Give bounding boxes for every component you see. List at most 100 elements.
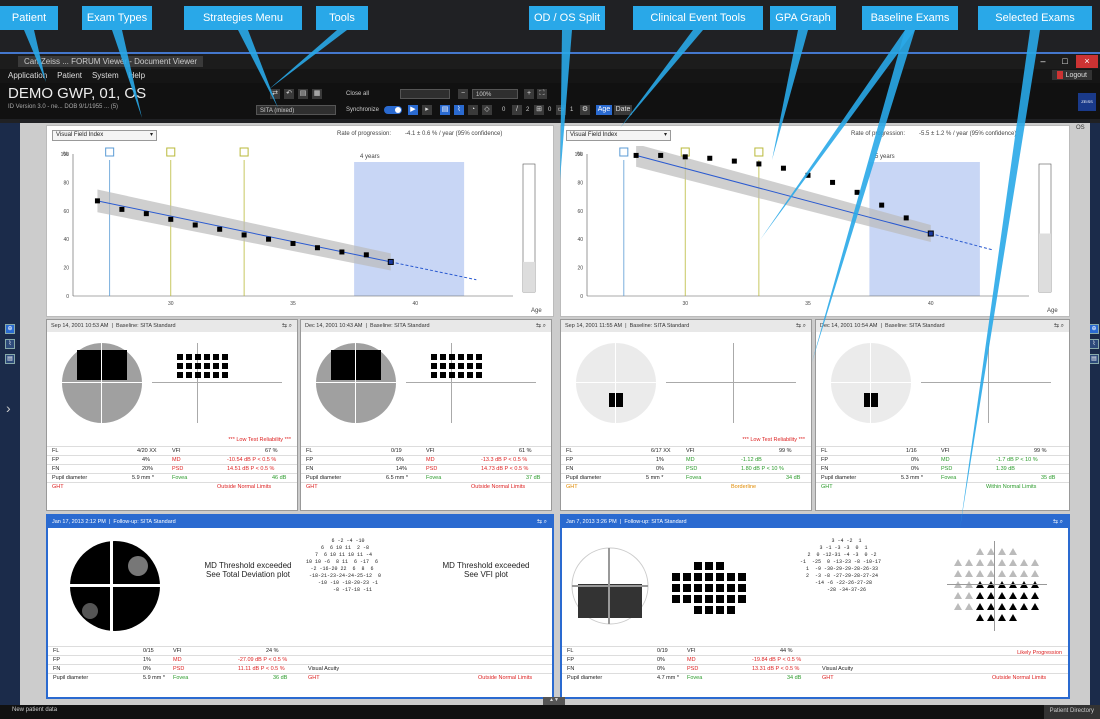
- psd-value: 11.11 dB P < 0.5 %: [238, 666, 285, 672]
- data-point[interactable]: [314, 245, 320, 251]
- graph-view-icon[interactable]: ⌇: [454, 105, 464, 115]
- clinical-event-flag-icon[interactable]: [105, 147, 115, 157]
- next-icon[interactable]: ▸: [422, 105, 432, 115]
- os-followup-type: Follow-up: SITA Standard: [624, 519, 687, 525]
- play-icon[interactable]: ▶: [408, 105, 418, 115]
- fovea-label: Fovea: [426, 475, 442, 481]
- od-followup-exam[interactable]: Jan 17, 2013 2:12 PM | Follow-up: SITA S…: [46, 514, 554, 699]
- patient-directory-button[interactable]: Patient Directory: [1043, 705, 1100, 719]
- psd-label: PSD: [172, 466, 184, 472]
- compare-icon[interactable]: ⇆ ⌕: [537, 518, 547, 526]
- data-point[interactable]: [756, 161, 762, 167]
- new-patient-data-text[interactable]: New patient data: [12, 707, 57, 713]
- od-index-dropdown[interactable]: Visual Field Index: [52, 130, 157, 141]
- data-point[interactable]: [168, 216, 174, 222]
- data-point[interactable]: [241, 232, 247, 238]
- data-point[interactable]: [633, 152, 639, 158]
- callout-baseline: Baseline Exams: [862, 6, 958, 30]
- expand-arrow-icon[interactable]: ›: [6, 400, 11, 416]
- data-point[interactable]: [658, 152, 664, 158]
- menu-help[interactable]: Help: [129, 71, 145, 80]
- close-window-button[interactable]: ×: [1076, 55, 1098, 68]
- zoom-in-icon[interactable]: +: [524, 89, 534, 99]
- fovea-label: Fovea: [941, 475, 957, 481]
- age-button[interactable]: Age: [596, 105, 612, 115]
- undo-icon[interactable]: ↶: [284, 89, 294, 99]
- data-point[interactable]: [780, 165, 786, 171]
- data-point[interactable]: [119, 206, 125, 212]
- fn-label: FN: [52, 466, 60, 472]
- menu-system[interactable]: System: [92, 71, 119, 80]
- od-baseline-exam-2[interactable]: Dec 14, 2001 10:43 AM | Baseline: SITA S…: [300, 319, 552, 511]
- data-point[interactable]: [879, 202, 885, 208]
- event-icon-4[interactable]: ▭: [556, 105, 566, 115]
- synchronize-toggle[interactable]: [384, 106, 402, 114]
- data-point[interactable]: [903, 215, 909, 221]
- fullscreen-icon[interactable]: ⛶: [537, 89, 547, 99]
- maximize-button[interactable]: □: [1054, 55, 1076, 68]
- logout-button[interactable]: Logout: [1051, 70, 1092, 80]
- data-point[interactable]: [266, 236, 272, 242]
- compare-icon[interactable]: ⇆ ⌕: [796, 322, 806, 330]
- data-point[interactable]: [94, 198, 100, 204]
- share-icon[interactable]: ⇄: [270, 89, 280, 99]
- grid-view-icon[interactable]: ▤: [440, 105, 450, 115]
- side-grid-icon[interactable]: ⊕: [5, 324, 15, 334]
- clinical-event-flag-icon[interactable]: [166, 147, 176, 157]
- od-baseline-exam-1[interactable]: Sep 14, 2001 10:53 AM | Baseline: SITA S…: [46, 319, 298, 511]
- data-point[interactable]: [339, 249, 345, 255]
- menu-application[interactable]: Application: [8, 71, 47, 80]
- data-point[interactable]: [217, 226, 223, 232]
- side-graph-icon[interactable]: ⌇: [5, 339, 15, 349]
- compare-icon[interactable]: ⇆ ⌕: [1053, 518, 1063, 526]
- overlay-icon[interactable]: ◔: [468, 105, 478, 115]
- fl-label: FL: [567, 648, 574, 654]
- data-point[interactable]: [927, 230, 934, 237]
- event-icon-3[interactable]: ⊞: [534, 105, 544, 115]
- close-all-select[interactable]: [400, 89, 450, 99]
- data-point[interactable]: [731, 158, 737, 164]
- data-point[interactable]: [363, 252, 369, 258]
- side-grid-icon-right[interactable]: ⊕: [1089, 324, 1099, 334]
- side-graph-icon-right[interactable]: ⌇: [1089, 339, 1099, 349]
- od-gpa-pane: Visual Field Index Rate of progression: …: [46, 125, 554, 317]
- print-icon[interactable]: ▤: [298, 89, 308, 99]
- compare-icon[interactable]: ⇆ ⌕: [536, 322, 546, 330]
- close-all-button[interactable]: Close all: [346, 91, 369, 97]
- md-value: -19.84 dB P < 0.5 %: [752, 657, 802, 663]
- document-icon[interactable]: ▦: [312, 89, 322, 99]
- settings-icon[interactable]: ⚙: [580, 105, 590, 115]
- strategy-select[interactable]: SITA (mixed): [256, 105, 336, 115]
- compare-icon[interactable]: ⇆ ⌕: [1054, 322, 1064, 330]
- event-icon-2[interactable]: /: [512, 105, 522, 115]
- split-drag-handle[interactable]: ▲▼: [543, 697, 565, 705]
- menu-patient[interactable]: Patient: [57, 71, 82, 80]
- clinical-event-flag-icon[interactable]: [239, 147, 249, 157]
- compare-icon[interactable]: ⇆ ⌕: [282, 322, 292, 330]
- side-print-icon[interactable]: ▤: [5, 354, 15, 364]
- data-point[interactable]: [143, 211, 149, 217]
- data-point[interactable]: [707, 155, 713, 161]
- event-icon-1[interactable]: ◇: [482, 105, 492, 115]
- os-baseline-exam-1[interactable]: Sep 14, 2001 11:55 AM | Baseline: SITA S…: [560, 319, 812, 511]
- os-tab[interactable]: OS: [1076, 125, 1085, 131]
- data-point[interactable]: [290, 240, 296, 246]
- os-baseline-exam-2[interactable]: Dec 14, 2001 10:54 AM | Baseline: SITA S…: [815, 319, 1070, 511]
- os-followup-exam[interactable]: Jan 7, 2013 3:26 PM | Follow-up: SITA St…: [560, 514, 1070, 699]
- data-point[interactable]: [830, 179, 836, 185]
- zoom-select[interactable]: 100%: [472, 89, 518, 99]
- os-index-dropdown[interactable]: Visual Field Index: [566, 130, 671, 141]
- zoom-out-icon[interactable]: −: [458, 89, 468, 99]
- data-point[interactable]: [854, 189, 860, 195]
- md-label: MD: [941, 457, 950, 463]
- clinical-event-flag-icon[interactable]: [619, 147, 629, 157]
- data-point[interactable]: [192, 222, 198, 228]
- x-tick-label: 30: [168, 301, 174, 307]
- data-point[interactable]: [682, 154, 688, 160]
- data-point[interactable]: [805, 172, 811, 178]
- date-button[interactable]: Date: [614, 105, 632, 115]
- clinical-event-flag-icon[interactable]: [754, 147, 764, 157]
- side-print-icon-right[interactable]: ▤: [1089, 354, 1099, 364]
- minimize-button[interactable]: –: [1032, 55, 1054, 68]
- data-point[interactable]: [387, 258, 394, 265]
